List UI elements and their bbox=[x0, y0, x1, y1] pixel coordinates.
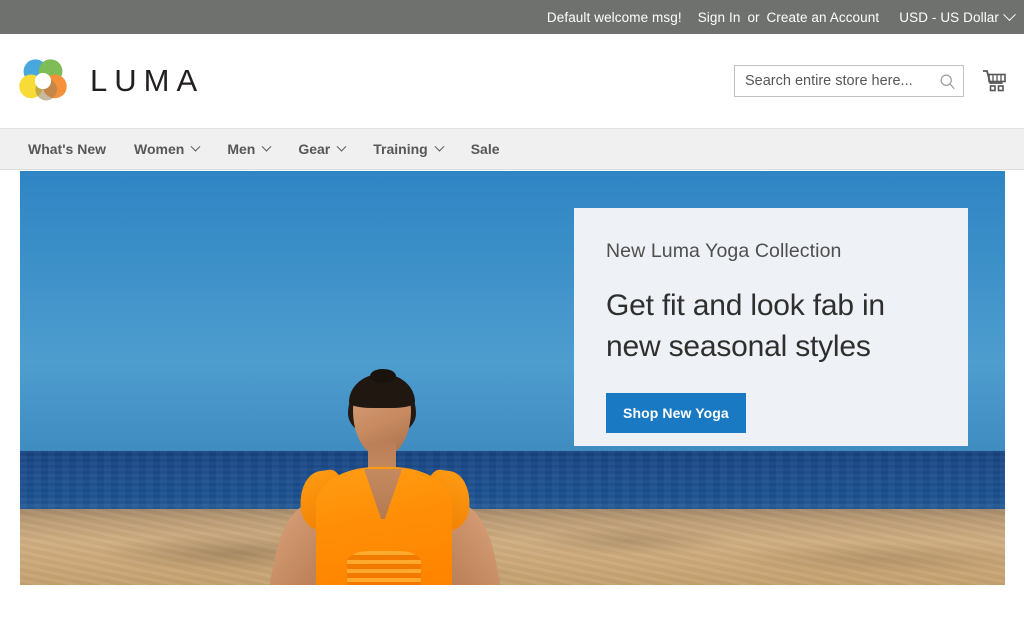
hero-banner[interactable]: New Luma Yoga Collection Get fit and loo… bbox=[20, 171, 1005, 585]
nav-label: Sale bbox=[470, 141, 500, 157]
logo-link[interactable]: LUMA bbox=[16, 54, 204, 108]
model-top-ruching bbox=[347, 551, 421, 585]
luma-flower-logo-icon bbox=[19, 59, 67, 101]
cart-button[interactable] bbox=[978, 64, 1012, 98]
nav-item-training[interactable]: Training bbox=[359, 128, 456, 170]
search-submit-button[interactable] bbox=[932, 66, 963, 96]
chevron-down-icon bbox=[1003, 7, 1016, 21]
currency-switcher[interactable]: USD - US Dollar bbox=[899, 7, 1016, 25]
top-panel: Default welcome msg! Sign In or Create a… bbox=[0, 0, 1024, 34]
welcome-message: Default welcome msg! bbox=[546, 9, 682, 25]
hero-content-panel: New Luma Yoga Collection Get fit and loo… bbox=[574, 208, 968, 446]
nav-label: What's New bbox=[28, 141, 107, 157]
logo-text: LUMA bbox=[90, 63, 205, 98]
or-separator: or bbox=[747, 9, 760, 25]
header-actions bbox=[734, 64, 1012, 98]
nav-item-men[interactable]: Men bbox=[213, 128, 284, 170]
shop-new-yoga-button[interactable]: Shop New Yoga bbox=[606, 393, 746, 434]
chevron-down-icon bbox=[434, 141, 445, 152]
chevron-down-icon bbox=[336, 141, 347, 152]
nav-item-gear[interactable]: Gear bbox=[284, 128, 359, 170]
chevron-down-icon bbox=[261, 141, 272, 152]
search-icon bbox=[940, 74, 955, 89]
nav-label: Gear bbox=[298, 141, 331, 157]
search-box[interactable] bbox=[734, 65, 964, 97]
nav-label: Training bbox=[373, 141, 428, 157]
currency-label: USD - US Dollar bbox=[899, 9, 999, 25]
chevron-down-icon bbox=[190, 141, 201, 152]
nav-item-whats-new[interactable]: What's New bbox=[14, 128, 120, 170]
nav-item-sale[interactable]: Sale bbox=[457, 128, 514, 170]
sign-in-link[interactable]: Sign In bbox=[698, 10, 741, 25]
search-input[interactable] bbox=[745, 73, 932, 89]
nav-label: Women bbox=[134, 141, 185, 157]
hero-title: Get fit and look fab in new seasonal sty… bbox=[606, 289, 885, 364]
hero-eyebrow: New Luma Yoga Collection bbox=[606, 240, 842, 262]
cart-icon bbox=[983, 70, 1006, 92]
main-navigation: What's New Women Men Gear Training Sale bbox=[0, 128, 1024, 170]
nav-item-women[interactable]: Women bbox=[120, 128, 213, 170]
hero-region: New Luma Yoga Collection Get fit and loo… bbox=[0, 170, 1024, 596]
create-account-link[interactable]: Create an Account bbox=[766, 10, 879, 25]
model-hair-bun bbox=[370, 369, 396, 383]
nav-label: Men bbox=[227, 141, 256, 157]
site-header: LUMA bbox=[0, 34, 1024, 128]
